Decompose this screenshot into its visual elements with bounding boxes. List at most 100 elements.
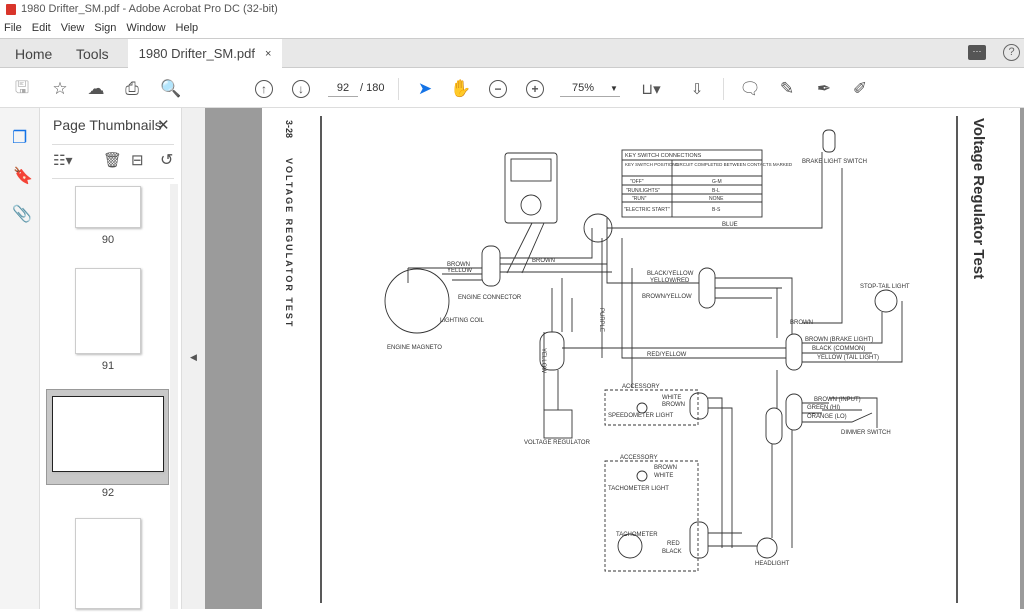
- label-engine-magneto: ENGINE MAGNETO: [387, 345, 442, 351]
- wire-label: RED/YELLOW: [647, 352, 687, 358]
- tab-tools[interactable]: Tools: [76, 39, 109, 68]
- menu-edit[interactable]: Edit: [32, 22, 51, 34]
- panel-scrollbar[interactable]: [170, 184, 178, 609]
- search-zoom-icon[interactable]: 🔍: [160, 78, 182, 100]
- rotate-page-icon[interactable]: ↺: [160, 150, 173, 170]
- wire-label: GREEN (HI): [807, 405, 840, 411]
- thumbnail-page-91[interactable]: [75, 268, 141, 354]
- panel-close-button[interactable]: ✕: [157, 116, 170, 134]
- wire-label: BLUE: [722, 222, 738, 228]
- thumbnail-label: 92: [101, 487, 115, 499]
- tab-document[interactable]: 1980 Drifter_SM.pdf ×: [128, 39, 282, 68]
- previous-page-icon[interactable]: ↑: [255, 80, 273, 98]
- pdf-page: 3-28 VOLTAGE REGULATOR TEST Voltage Regu…: [262, 108, 1020, 609]
- highlight-pen-icon[interactable]: ✎: [776, 78, 798, 100]
- panel-splitter[interactable]: ◀: [181, 108, 205, 609]
- edit-pdf-icon[interactable]: ✐: [849, 78, 871, 100]
- label-voltage-regulator: VOLTAGE REGULATOR: [524, 440, 591, 446]
- wiring-diagram: 3-28 VOLTAGE REGULATOR TEST Voltage Regu…: [284, 116, 987, 603]
- side-title: VOLTAGE REGULATOR TEST: [284, 158, 294, 328]
- label-headlight: HEADLIGHT: [755, 561, 790, 567]
- bookmarks-icon[interactable]: 🔖: [13, 166, 33, 186]
- right-title: Voltage Regulator Test: [970, 118, 987, 279]
- delete-page-icon[interactable]: 🗑: [103, 151, 122, 169]
- wire-label: WHITE: [662, 395, 681, 401]
- page-number-input[interactable]: 92: [328, 79, 358, 97]
- label-brake-light-switch: BRAKE LIGHT SWITCH: [802, 159, 867, 165]
- thumbnail-page-90[interactable]: [75, 186, 141, 228]
- select-cursor-icon[interactable]: ➤: [414, 78, 436, 100]
- label-dimmer-switch: DIMMER SWITCH: [841, 430, 891, 436]
- thumbnail-options-icon[interactable]: ☷▾: [53, 152, 73, 169]
- label-lighting-coil: LIGHTING COIL: [440, 318, 485, 324]
- label-tachometer-light: TACHOMETER LIGHT: [608, 486, 669, 492]
- key-table-cell: NONE: [709, 196, 724, 202]
- zoom-level-select[interactable]: 75% ▼: [560, 79, 620, 97]
- wire-label: YELLOW: [540, 348, 546, 373]
- key-table-cell: "OFF": [630, 179, 644, 185]
- menu-window[interactable]: Window: [126, 22, 165, 34]
- comment-icon[interactable]: 🗨: [739, 78, 761, 100]
- bookmark-star-icon[interactable]: ☆: [49, 78, 71, 100]
- sign-icon[interactable]: ✒: [813, 78, 835, 100]
- hand-tool-icon[interactable]: ✋: [450, 78, 472, 100]
- menu-file[interactable]: File: [4, 22, 22, 34]
- wire-label: BLACK/YELLOW: [647, 271, 694, 277]
- tab-document-label: 1980 Drifter_SM.pdf: [138, 46, 255, 61]
- key-table-title: KEY SWITCH CONNECTIONS: [625, 153, 702, 159]
- key-table-cell: "ELECTRIC START": [624, 207, 670, 213]
- tab-home[interactable]: Home: [15, 39, 52, 68]
- key-table-cell: "RUN/LIGHTS": [626, 188, 660, 194]
- wire-label: BROWN (BRAKE LIGHT): [805, 337, 873, 343]
- label-engine-connector: ENGINE CONNECTOR: [458, 295, 522, 301]
- page-number: 3-28: [284, 120, 294, 138]
- divider: [723, 78, 724, 100]
- collapse-panel-icon[interactable]: ◀: [190, 352, 197, 363]
- divider: [52, 144, 174, 145]
- attachments-icon[interactable]: 📎: [12, 204, 32, 224]
- help-icon[interactable]: ?: [1003, 44, 1020, 61]
- divider: [52, 178, 174, 179]
- insert-page-icon[interactable]: ⊟: [131, 151, 144, 169]
- cloud-upload-icon[interactable]: ☁: [85, 78, 107, 100]
- toolbar: 🖫 ☆ ☁ ⎙ 🔍 ↑ ↓ ➤ ✋ − + ⊔▾ ⇩ 🗨 ✎ ✒ ✐: [0, 68, 1024, 108]
- zoom-in-icon[interactable]: +: [526, 80, 544, 98]
- tab-close-button[interactable]: ×: [265, 48, 271, 60]
- wire-label: BROWN: [654, 465, 677, 471]
- page-thumbnails-icon[interactable]: ❐: [12, 128, 27, 148]
- scroll-mode-icon[interactable]: ⇩: [686, 78, 708, 100]
- thumbnail-label: 91: [101, 360, 115, 372]
- wire-label: YELLOW/RED: [650, 278, 690, 284]
- wire-label: BLACK: [662, 549, 682, 555]
- menu-sign[interactable]: Sign: [94, 22, 116, 34]
- zoom-value: 75%: [572, 82, 595, 94]
- wire-label: BROWN: [532, 258, 555, 264]
- key-table-cell: B-S: [712, 207, 721, 213]
- divider: [398, 78, 399, 100]
- menu-help[interactable]: Help: [176, 22, 199, 34]
- page-fit-icon[interactable]: ⊔▾: [640, 78, 662, 100]
- thumbnail-label: 90: [101, 234, 115, 246]
- menu-bar: File Edit View Sign Window Help: [0, 18, 1024, 38]
- thumbnail-page-93[interactable]: [75, 518, 141, 609]
- key-table-header: KEY SWITCH POSITIONS: [625, 162, 679, 167]
- acrobat-logo-icon: [6, 3, 16, 15]
- key-table-cell: G-M: [712, 179, 722, 185]
- menu-view[interactable]: View: [61, 22, 85, 34]
- wire-label: BROWN: [662, 402, 685, 408]
- key-table-header: CIRCUIT COMPLETED BETWEEN CONTACTS MARKE…: [675, 162, 793, 167]
- print-icon[interactable]: ⎙: [121, 78, 143, 100]
- zoom-out-icon[interactable]: −: [489, 80, 507, 98]
- thumbnail-page-92[interactable]: [52, 396, 164, 472]
- wire-label: ORANGE (LO): [807, 414, 847, 420]
- wire-label: YELLOW: [447, 268, 472, 274]
- left-rail: ❐ 🔖 📎: [0, 108, 40, 609]
- wire-label: YELLOW (TAIL LIGHT): [817, 355, 879, 361]
- wire-label: BROWN (INPUT): [814, 397, 861, 403]
- panel-title: Page Thumbnails: [53, 117, 162, 133]
- next-page-icon[interactable]: ↓: [292, 80, 310, 98]
- comment-chat-icon[interactable]: ···: [968, 45, 986, 60]
- save-icon[interactable]: 🖫: [11, 78, 33, 100]
- key-table-cell: "RUN": [632, 196, 647, 202]
- tab-bar: Home Tools 1980 Drifter_SM.pdf × ··· ?: [0, 38, 1024, 68]
